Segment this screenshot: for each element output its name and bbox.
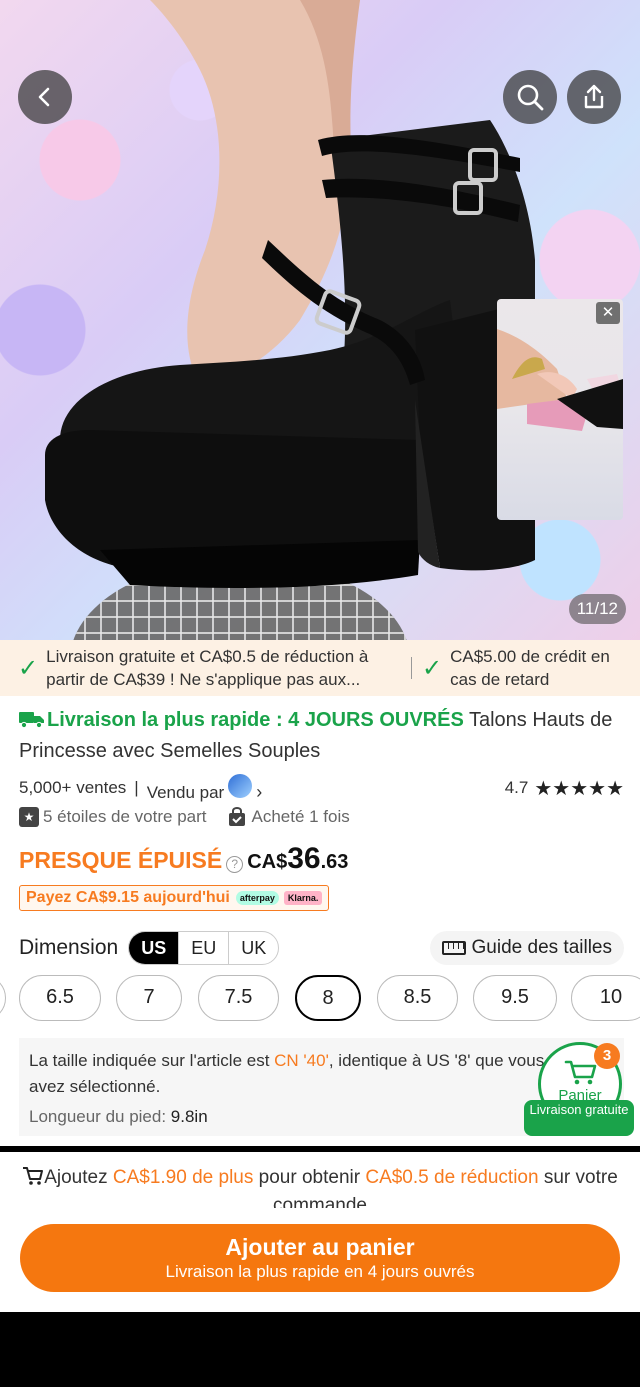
product-image-gallery[interactable]: ✕ 11/12 [0,0,640,640]
promo-free-shipping[interactable]: ✓ Livraison gratuite et CA$0.5 de réduct… [0,640,405,696]
share-button[interactable] [567,70,621,124]
size-option[interactable]: 9.5 [473,975,557,1021]
cn-size: CN '40' [274,1051,329,1070]
chevron-right-icon: › [256,781,263,802]
close-icon: ✕ [601,304,615,321]
size-system-uk[interactable]: UK [228,932,278,964]
dimension-label: Dimension [19,936,119,959]
video-thumbnail-image [497,329,623,431]
size-system-toggle[interactable]: US EU UK [128,931,280,965]
promo-late-credit-text: CA$5.00 de crédit en cas de retard [450,647,610,689]
size-option-selected[interactable]: 8 [295,975,361,1021]
add-discount: CA$0.5 de réduction [365,1167,539,1188]
chevron-left-icon [38,87,50,107]
promo-bar[interactable]: ✓ Livraison gratuite et CA$0.5 de réduct… [0,640,640,696]
search-button[interactable] [503,70,557,124]
add-more-banner: Ajoutez CA$1.90 de plus pour obtenir CA$… [0,1160,640,1208]
share-icon [584,84,604,109]
sales-count: 5,000+ ventes [19,778,127,797]
klarna-logo: Klarna. [283,891,323,905]
search-icon [517,84,544,111]
purchased-badge: Acheté 1 fois [251,807,350,826]
cart-free-shipping-label: Livraison gratuite [524,1100,634,1136]
size-system-eu[interactable]: EU [178,932,228,964]
size-option[interactable]: 7 [116,975,182,1021]
section-divider [0,1146,640,1152]
add-to-cart-label: Ajouter au panier [225,1234,415,1260]
price-currency: CA$ [247,851,288,873]
size-option[interactable]: 8.5 [377,975,458,1021]
seller-logo [228,773,253,798]
promo-late-credit[interactable]: ✓ CA$5.00 de crédit en cas de retard [412,640,620,696]
size-info-text: La taille indiquée sur l'article est CN … [29,1051,545,1070]
floating-cart-button[interactable]: Panier 3 Livraison gratuite [524,1040,636,1136]
pay-today-text: Payez CA$9.15 aujourd'hui [26,889,230,906]
add-to-cart-button[interactable]: Ajouter au panier Livraison la plus rapi… [20,1224,620,1292]
check-icon: ✓ [18,654,39,682]
size-options: 6.5 7 7.5 8 8.5 9.5 10 [0,975,640,1023]
price-whole: 36 [287,842,321,875]
cart-count-badge: 3 [594,1043,620,1069]
size-guide-label: Guide des tailles [471,937,612,958]
size-option[interactable]: 6.5 [19,975,101,1021]
close-video-button[interactable]: ✕ [596,302,620,324]
cart-icon [564,1060,597,1085]
promo-free-shipping-text: Livraison gratuite et CA$0.5 de réductio… [46,647,369,689]
truck-icon [19,712,44,728]
product-meta: 5,000+ ventes | Vendu par › 4.7 ★★★★★ [19,773,624,803]
product-title: Livraison la plus rapide : 4 JOURS OUVRÉ… [19,705,629,767]
pay-later-banner[interactable]: Payez CA$9.15 aujourd'hui afterpay Klarn… [19,885,330,911]
rating-value: 4.7 [504,778,529,797]
check-icon: ✓ [422,654,443,682]
product-badges: ★ 5 étoiles de votre part Acheté 1 fois [19,804,350,830]
size-option[interactable]: 10 [571,975,640,1021]
add-to-cart-sublabel: Livraison la plus rapide en 4 jours ouvr… [165,1262,475,1281]
low-stock-label: PRESQUE ÉPUISÉ [19,847,223,873]
dimension-row: Dimension US EU UK Guide des tailles [19,930,624,966]
afterpay-logo: afterpay [235,891,279,905]
five-star-badge: 5 étoiles de votre part [43,807,207,826]
info-icon[interactable]: ? [226,856,244,873]
sold-by-label: Vendu par [146,782,225,802]
size-option-partial[interactable] [0,975,6,1021]
shopping-bag-icon [229,807,246,826]
price-row: PRESQUE ÉPUISÉ ? CA$ 36.63 [19,842,348,882]
fast-delivery-label: Livraison la plus rapide : 4 JOURS OUVRÉ… [47,709,464,731]
sold-by-link[interactable]: Vendu par › [146,773,263,803]
ruler-icon [441,941,466,955]
rating-summary[interactable]: 4.7 ★★★★★ [505,776,624,801]
size-system-us[interactable]: US [129,932,179,964]
back-button[interactable] [18,70,72,124]
size-guide-button[interactable]: Guide des tailles [429,931,624,965]
video-thumbnail[interactable]: ✕ [497,299,623,520]
size-option[interactable]: 7.5 [198,975,279,1021]
rating-stars: ★★★★★ [534,777,624,800]
image-counter: 11/12 [568,594,626,624]
star-badge-icon: ★ [19,807,39,827]
product-page: ✕ 11/12 ✓ Livraison gratuite et CA$0.5 d… [0,0,640,1312]
cart-icon [23,1167,44,1185]
price-cents: .63 [320,851,349,873]
add-amount: CA$1.90 de plus [112,1167,254,1188]
